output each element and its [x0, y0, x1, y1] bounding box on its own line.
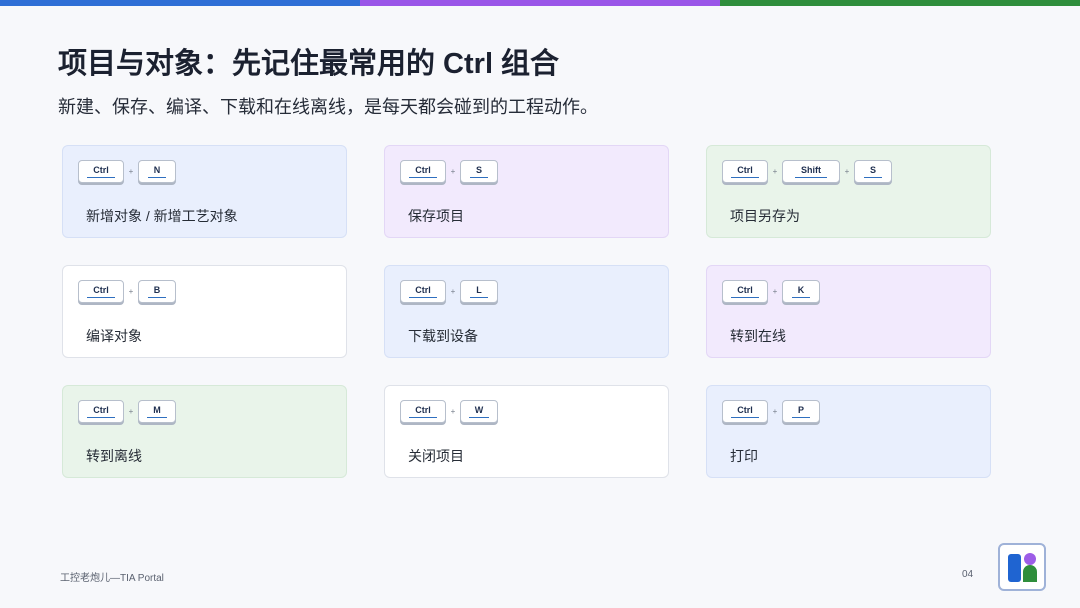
keycap: Ctrl	[400, 280, 446, 303]
key-combo: Ctrl + S	[400, 160, 498, 183]
keycap: Ctrl	[400, 160, 446, 183]
keycap-label: Ctrl	[731, 285, 759, 298]
keycap-label: M	[147, 405, 167, 418]
shortcut-card: Ctrl + M 转到离线	[62, 385, 347, 478]
shortcut-label: 关闭项目	[408, 448, 464, 464]
key-combo: Ctrl + B	[78, 280, 176, 303]
keycap: Ctrl	[722, 400, 768, 423]
key-combo: Ctrl + W	[400, 400, 498, 423]
shortcut-card: Ctrl + N 新增对象 / 新增工艺对象	[62, 145, 347, 238]
shortcut-card: Ctrl + S 保存项目	[384, 145, 669, 238]
keycap: Ctrl	[400, 400, 446, 423]
plus-sign: +	[772, 167, 778, 176]
footer-brand: 工控老炮儿—TIA Portal	[60, 573, 164, 584]
keycap-label: W	[468, 405, 490, 418]
plus-sign: +	[844, 167, 850, 176]
top-accent-purple	[360, 0, 720, 6]
shortcut-card: Ctrl + Shift + S 项目另存为	[706, 145, 991, 238]
plus-sign: +	[450, 287, 456, 296]
page-number: 04	[962, 569, 974, 580]
keycap: Ctrl	[78, 160, 124, 183]
keycap: W	[460, 400, 498, 423]
key-combo: Ctrl + M	[78, 400, 176, 423]
plus-sign: +	[128, 287, 134, 296]
keycap-label: P	[791, 405, 810, 418]
shortcut-card: Ctrl + B 编译对象	[62, 265, 347, 358]
keycap-label: Ctrl	[409, 405, 437, 418]
shortcut-label: 编译对象	[86, 328, 142, 344]
shortcut-card: Ctrl + L 下载到设备	[384, 265, 669, 358]
keycap: K	[782, 280, 820, 303]
shortcut-label: 新增对象 / 新增工艺对象	[86, 208, 238, 224]
keycap-label: S	[469, 165, 488, 178]
keycap: Ctrl	[78, 400, 124, 423]
logo-shape	[1008, 553, 1037, 582]
shortcut-grid: Ctrl + N 新增对象 / 新增工艺对象 Ctrl + S 保存项目 Ctrl + Shift +…	[62, 145, 991, 478]
plus-sign: +	[772, 407, 778, 416]
keycap: B	[138, 280, 176, 303]
keycap: P	[782, 400, 820, 423]
key-combo: Ctrl + N	[78, 160, 176, 183]
keycap-label: Ctrl	[409, 165, 437, 178]
brand-logo-icon	[998, 543, 1046, 591]
keycap: Ctrl	[78, 280, 124, 303]
keycap: Shift	[782, 160, 840, 183]
key-combo: Ctrl + P	[722, 400, 820, 423]
key-combo: Ctrl + L	[400, 280, 498, 303]
keycap: Ctrl	[722, 280, 768, 303]
keycap-label: Ctrl	[409, 285, 437, 298]
plus-sign: +	[128, 407, 134, 416]
plus-sign: +	[128, 167, 134, 176]
plus-sign: +	[450, 167, 456, 176]
page-subtitle: 新建、保存、编译、下载和在线离线，是每天都会碰到的工程动作。	[58, 97, 598, 117]
keycap: M	[138, 400, 176, 423]
shortcut-card: Ctrl + K 转到在线	[706, 265, 991, 358]
keycap-label: K	[791, 285, 811, 298]
shortcut-label: 转到在线	[730, 328, 786, 344]
keycap-label: B	[147, 285, 167, 298]
keycap: L	[460, 280, 498, 303]
keycap: S	[460, 160, 498, 183]
key-combo: Ctrl + K	[722, 280, 820, 303]
keycap-label: S	[863, 165, 882, 178]
shortcut-label: 下载到设备	[408, 328, 478, 344]
keycap-label: Ctrl	[731, 165, 759, 178]
keycap-label: Shift	[795, 165, 827, 178]
keycap-label: Ctrl	[731, 405, 759, 418]
shortcut-label: 打印	[730, 448, 758, 464]
top-accent-green	[720, 0, 1080, 6]
keycap-label: L	[470, 285, 488, 298]
plus-sign: +	[450, 407, 456, 416]
shortcut-label: 项目另存为	[730, 208, 800, 224]
page-title: 项目与对象：先记住最常用的 Ctrl 组合	[58, 48, 560, 80]
keycap: S	[854, 160, 892, 183]
shortcut-card: Ctrl + P 打印	[706, 385, 991, 478]
top-accent-bar	[0, 0, 1080, 6]
keycap-label: Ctrl	[87, 285, 115, 298]
top-accent-blue	[0, 0, 360, 6]
keycap-label: Ctrl	[87, 405, 115, 418]
shortcut-card: Ctrl + W 关闭项目	[384, 385, 669, 478]
keycap: N	[138, 160, 176, 183]
keycap-label: Ctrl	[87, 165, 115, 178]
plus-sign: +	[772, 287, 778, 296]
keycap-label: N	[147, 165, 167, 178]
key-combo: Ctrl + Shift + S	[722, 160, 892, 183]
shortcut-label: 保存项目	[408, 208, 464, 224]
shortcut-label: 转到离线	[86, 448, 142, 464]
keycap: Ctrl	[722, 160, 768, 183]
